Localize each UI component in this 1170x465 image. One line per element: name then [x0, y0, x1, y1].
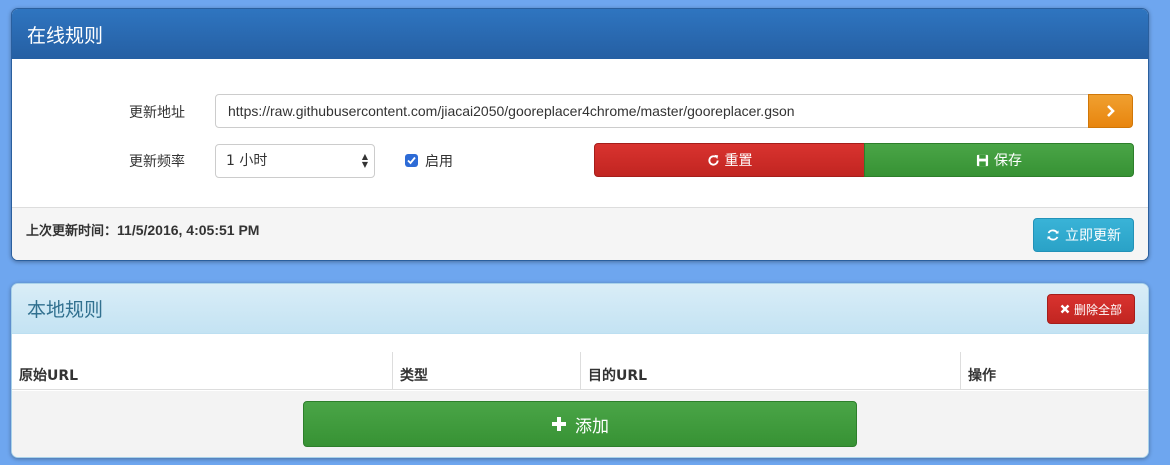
- column-header-target-url: 目的URL: [580, 352, 960, 390]
- online-rules-header: 在线规则: [12, 9, 1148, 59]
- close-icon: [1060, 304, 1070, 314]
- reset-button-label: 重置: [724, 153, 753, 169]
- update-frequency-select[interactable]: 1 小时 ▲ ▼: [215, 144, 375, 178]
- last-update-value: 11/5/2016, 4:05:51 PM: [117, 222, 260, 238]
- save-button-label: 保存: [994, 153, 1022, 169]
- online-rules-title: 在线规则: [27, 24, 104, 47]
- rules-table-header: 原始URL 类型 目的URL 操作: [12, 335, 1148, 390]
- reset-button[interactable]: 重置: [594, 143, 865, 177]
- add-rule-button[interactable]: 添加: [303, 401, 857, 447]
- update-url-label: 更新地址: [129, 105, 185, 121]
- sync-icon: [1047, 229, 1059, 241]
- column-header-type: 类型: [392, 352, 580, 390]
- local-rules-header: 本地规则 删除全部: [12, 284, 1148, 334]
- update-now-button[interactable]: 立即更新: [1033, 218, 1134, 252]
- refresh-icon: [707, 154, 719, 166]
- floppy-disk-icon: [976, 154, 989, 166]
- checkmark-icon: [407, 156, 416, 165]
- enable-label: 启用: [425, 154, 453, 170]
- update-frequency-label: 更新频率: [129, 154, 185, 170]
- last-update-info: 上次更新时间：11/5/2016, 4:05:51 PM: [26, 220, 259, 239]
- enable-checkbox[interactable]: [405, 154, 418, 167]
- select-arrows-icon: ▲ ▼: [361, 152, 368, 169]
- column-header-actions: 操作: [960, 352, 1148, 390]
- online-rules-footer: 上次更新时间：11/5/2016, 4:05:51 PM 立即更新: [12, 207, 1148, 260]
- delete-all-button[interactable]: 删除全部: [1047, 294, 1135, 324]
- online-rules-panel: 在线规则 更新地址 https://raw.githubusercontent.…: [11, 8, 1149, 261]
- local-rules-title: 本地规则: [27, 299, 104, 321]
- local-rules-panel: 本地规则 删除全部 原始URL 类型 目的URL 操作 添加: [11, 283, 1149, 458]
- update-now-label: 立即更新: [1065, 228, 1121, 244]
- delete-all-label: 删除全部: [1073, 302, 1122, 317]
- fetch-url-button[interactable]: [1088, 94, 1133, 128]
- column-header-source-url: 原始URL: [19, 368, 79, 384]
- rules-table-body: 添加: [12, 391, 1148, 457]
- update-url-input[interactable]: https://raw.githubusercontent.com/jiacai…: [215, 94, 1089, 128]
- chevron-right-icon: [1106, 105, 1115, 117]
- add-rule-label: 添加: [575, 416, 609, 437]
- last-update-label: 上次更新时间：: [26, 224, 118, 239]
- update-frequency-value: 1 小时: [226, 153, 268, 169]
- plus-icon: [552, 417, 566, 431]
- save-button[interactable]: 保存: [864, 143, 1134, 177]
